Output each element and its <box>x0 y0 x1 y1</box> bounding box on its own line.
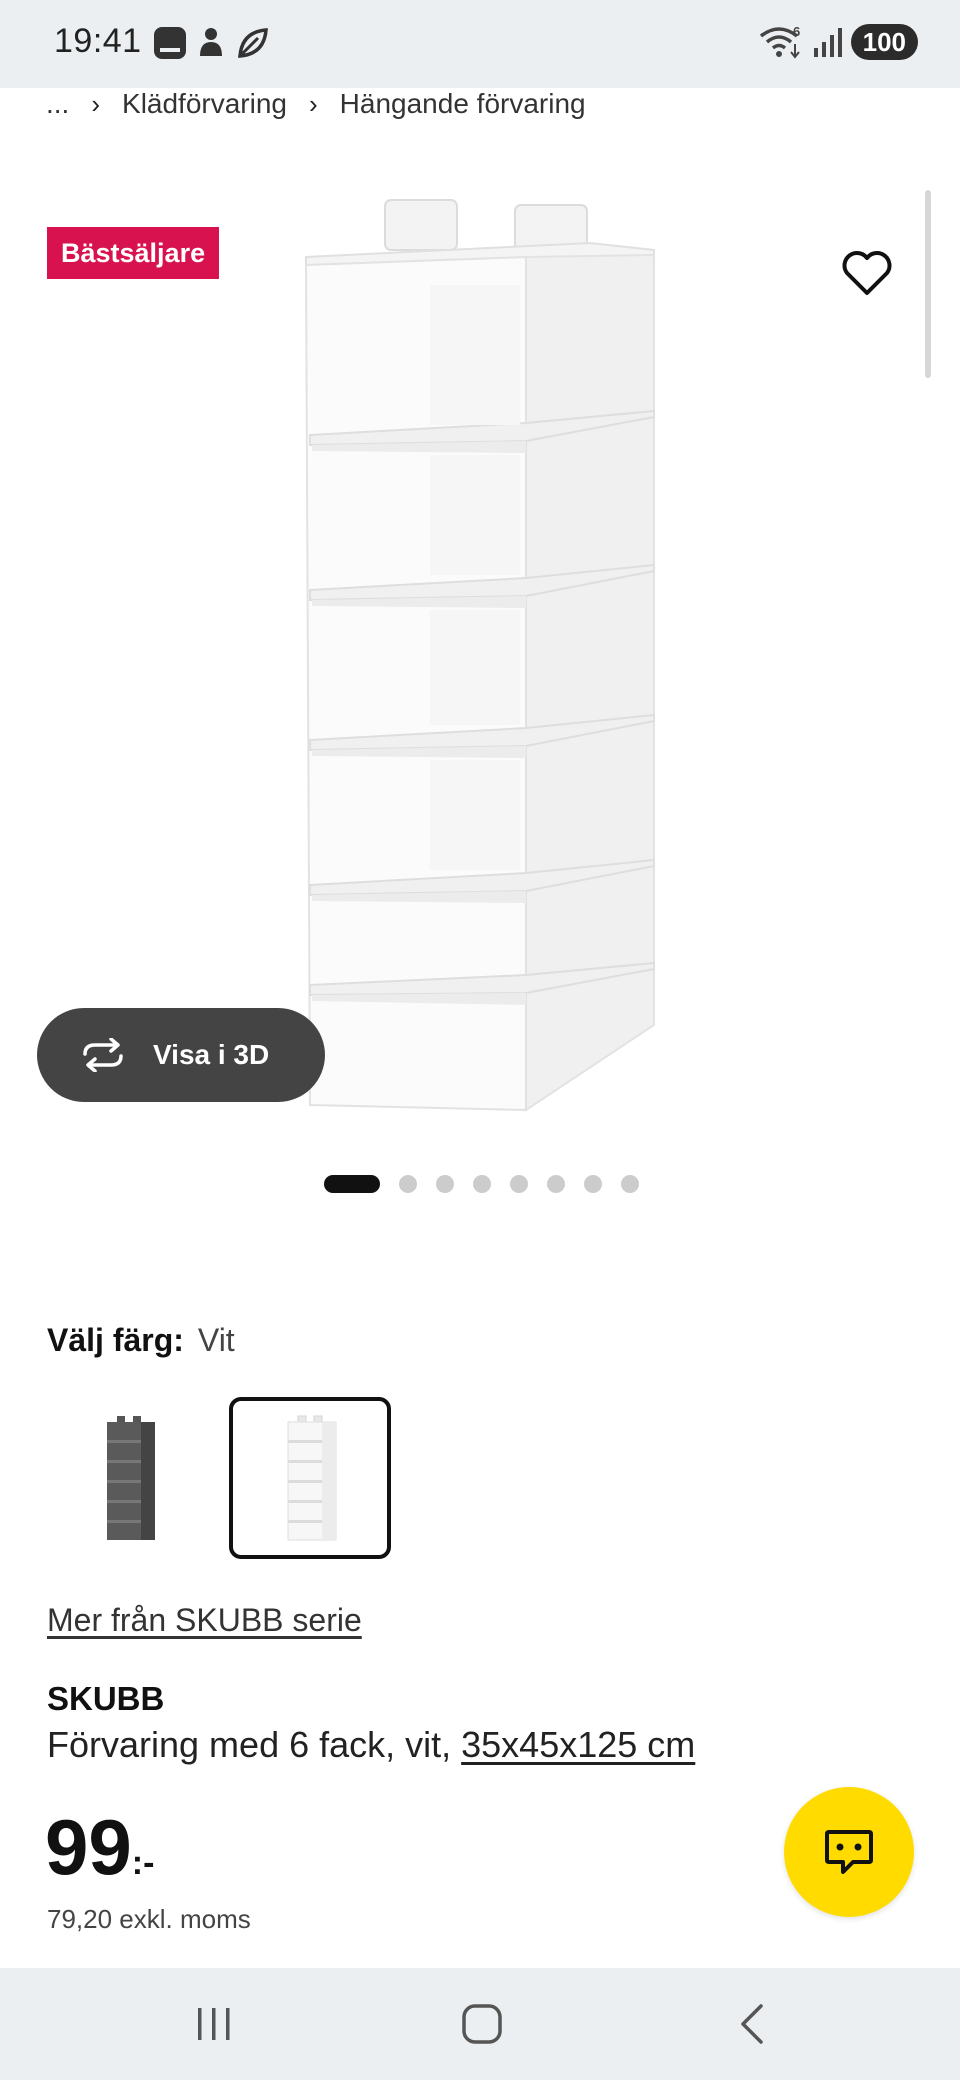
product-name: SKUBB <box>47 1680 165 1717</box>
gallery-dot[interactable] <box>509 1175 528 1193</box>
chat-icon <box>825 1830 873 1874</box>
view-3d-label: Visa i 3D <box>153 1039 270 1070</box>
status-bar: 19:41 6 100 <box>0 0 960 88</box>
breadcrumb-item-hangande-forvaring[interactable]: Hängande förvaring <box>340 88 586 120</box>
recent-apps-button[interactable] <box>184 1998 244 2050</box>
series-link[interactable]: Mer från SKUBB serie <box>47 1602 362 1639</box>
back-button[interactable] <box>722 1998 782 2050</box>
gallery-dot-active[interactable] <box>323 1175 380 1193</box>
price-value: 99 <box>45 1803 132 1891</box>
home-icon <box>462 2004 502 2044</box>
gallery-pagination <box>0 1175 960 1193</box>
color-swatch-grey-image <box>107 1416 155 1540</box>
gallery-dot[interactable] <box>398 1175 417 1193</box>
status-right: 6 100 <box>759 24 918 60</box>
product-dimensions-link[interactable]: 35x45x125 cm <box>461 1724 695 1765</box>
heart-icon[interactable] <box>840 248 894 298</box>
view-3d-button[interactable]: Visa i 3D <box>37 1008 325 1102</box>
gallery-dot[interactable] <box>472 1175 491 1193</box>
breadcrumb-ellipsis[interactable]: ... <box>46 88 69 120</box>
rotate-3d-icon <box>83 1038 123 1072</box>
gallery-dot[interactable] <box>620 1175 639 1193</box>
product-description-text: Förvaring med 6 fack, vit, <box>47 1724 462 1765</box>
gallery-dot[interactable] <box>546 1175 565 1193</box>
color-select-title: Välj färg: <box>47 1322 184 1358</box>
color-swatch-white-image <box>287 1415 337 1541</box>
wifi-icon: 6 <box>759 24 800 59</box>
battery-indicator: 100 <box>850 24 918 60</box>
gallery-dot[interactable] <box>583 1175 602 1193</box>
chat-button[interactable] <box>784 1787 914 1917</box>
page-scrollbar[interactable] <box>925 190 931 378</box>
product-price: 99:- <box>45 1802 154 1908</box>
breadcrumb-item-kladforvaring[interactable]: Klädförvaring <box>122 88 287 120</box>
chevron-right-icon: › <box>309 88 318 119</box>
color-select-value: Vit <box>197 1322 235 1358</box>
notification-app-icon <box>154 27 186 59</box>
back-icon <box>741 2004 763 2044</box>
leaf-notification-icon <box>238 28 268 58</box>
product-image[interactable] <box>290 195 670 1125</box>
recent-apps-icon <box>198 2008 230 2040</box>
chevron-right-icon: › <box>91 88 101 119</box>
network-type-label: 6 <box>793 24 800 39</box>
color-swatch-grey[interactable] <box>48 1397 210 1559</box>
home-button[interactable] <box>452 1998 512 2050</box>
color-select-label: Välj färg: Vit <box>47 1322 235 1359</box>
gallery-dot[interactable] <box>435 1175 454 1193</box>
color-swatch-white[interactable] <box>229 1397 391 1559</box>
game-notification-icon <box>200 28 222 56</box>
signal-icon <box>813 28 842 57</box>
bestseller-badge: Bästsäljare <box>47 227 220 279</box>
breadcrumb: ... › Klädförvaring › Hängande förvaring <box>46 84 586 124</box>
system-nav-bar <box>0 1968 960 2080</box>
status-time: 19:41 <box>54 22 142 60</box>
price-excl-vat: 79,20 exkl. moms <box>47 1904 251 1934</box>
price-suffix: :- <box>131 1844 155 1882</box>
product-description: Förvaring med 6 fack, vit, 35x45x125 cm <box>47 1724 695 1766</box>
